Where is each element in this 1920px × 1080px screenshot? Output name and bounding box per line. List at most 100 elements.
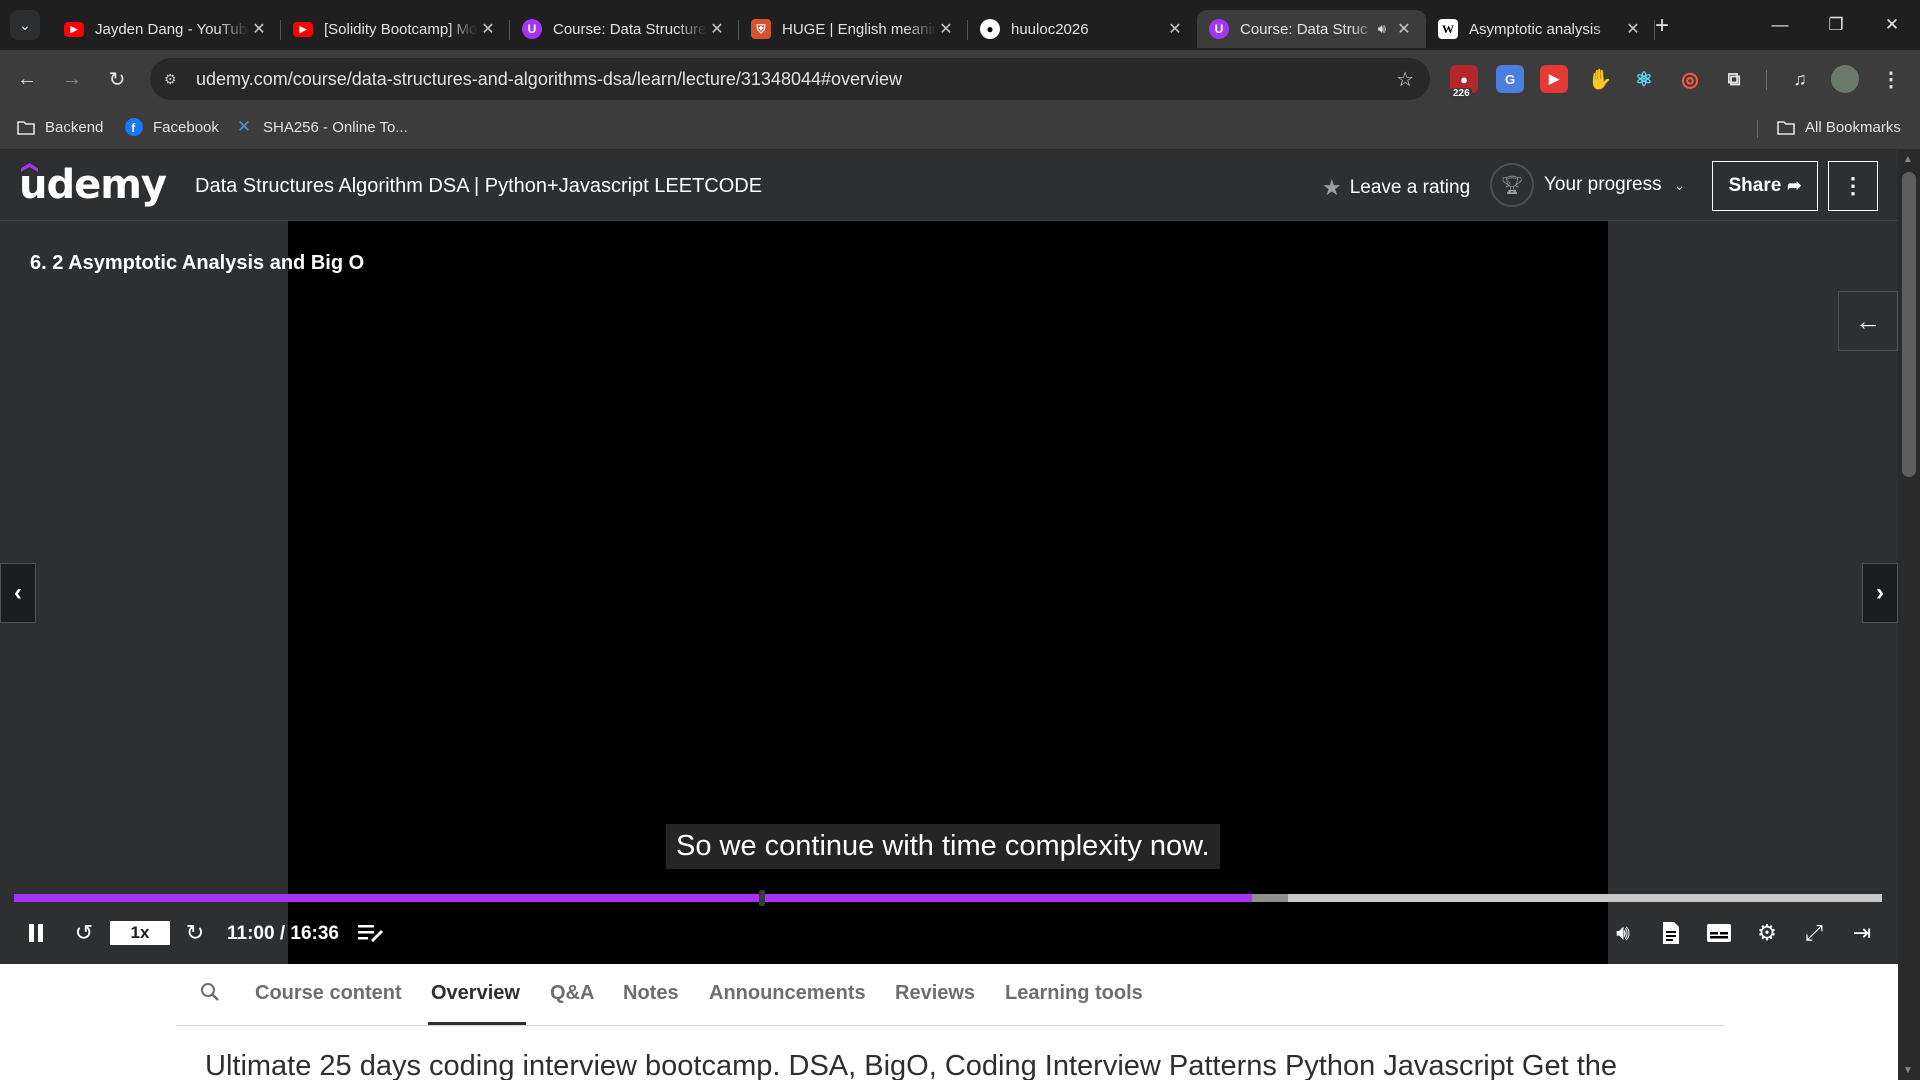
udemy-logo[interactable]: udemy <box>19 162 167 208</box>
tab-notes[interactable]: Notes <box>623 982 679 1005</box>
leave-rating-label: Leave a rating <box>1349 177 1471 198</box>
browser-tab[interactable]: W Asymptotic analysis ✕ <box>1426 10 1655 48</box>
page-scrollbar[interactable]: ▲ ▼ <box>1898 150 1920 1080</box>
settings-gear-icon[interactable]: ⚙ <box>1751 917 1783 949</box>
tab-learning-tools[interactable]: Learning tools <box>1005 982 1143 1005</box>
active-tab-underline <box>428 1022 526 1025</box>
tab-title: Course: Data Structures <box>553 20 707 38</box>
video-player[interactable]: 6. 2 Asymptotic Analysis and Big O ← ‹ ›… <box>0 221 1898 964</box>
new-tab-plus-icon[interactable]: + <box>1648 12 1676 40</box>
browser-tab[interactable]: ▶ Jayden Dang - YouTube ✕ <box>52 10 281 48</box>
transcript-icon[interactable] <box>1656 917 1686 949</box>
chapter-marker[interactable] <box>759 890 766 906</box>
course-title[interactable]: Data Structures Algorithm DSA | Python+J… <box>195 175 762 198</box>
close-tab-icon[interactable]: ✕ <box>478 19 498 39</box>
browser-tab[interactable]: ⛨ HUGE | English meaning ✕ <box>739 10 968 48</box>
tab-title: HUGE | English meaning <box>782 20 936 38</box>
tab-audio-icon[interactable]: 🔊︎ <box>1378 21 1386 37</box>
extension-badge-icon[interactable]: ● 226 <box>1450 65 1478 99</box>
close-tab-icon[interactable]: ✕ <box>249 19 269 39</box>
playback-speed-button[interactable]: 1x <box>110 921 170 945</box>
volume-icon[interactable]: 🔊︎ <box>1608 917 1638 949</box>
bookmark-backend[interactable]: Backend <box>16 118 103 136</box>
bookmark-sha256[interactable]: ✕ SHA256 - Online To... <box>234 117 408 136</box>
course-subnav: Course content Overview Q&A Notes Announ… <box>176 964 1724 1026</box>
all-bookmarks-label: All Bookmarks <box>1805 118 1901 136</box>
add-note-icon[interactable] <box>354 917 388 949</box>
wikipedia-icon: W <box>1438 19 1458 39</box>
site-info-icon[interactable]: ⚙ <box>164 71 186 88</box>
tab-course-content[interactable]: Course content <box>255 982 402 1005</box>
cambridge-icon: ⛨ <box>751 19 771 39</box>
logo-text: udemy <box>19 162 167 208</box>
minimize-icon[interactable]: — <box>1752 8 1808 42</box>
previous-lecture-chevron-icon[interactable]: ‹ <box>0 563 36 623</box>
extensions-puzzle-icon[interactable]: ⧉ <box>1720 65 1748 93</box>
share-arrow-icon: ➦ <box>1787 176 1802 195</box>
tab-reviews[interactable]: Reviews <box>895 982 975 1005</box>
youtube-icon: ▶ <box>293 21 313 37</box>
pause-icon[interactable] <box>22 917 50 949</box>
scrollbar-thumb[interactable] <box>1902 172 1916 477</box>
bookmark-label: SHA256 - Online To... <box>263 118 408 136</box>
bookmark-star-icon[interactable]: ☆ <box>1396 67 1414 92</box>
close-window-icon[interactable]: ✕ <box>1864 8 1920 42</box>
browser-tab[interactable]: U Course: Data Struc 🔊︎ ✕ <box>1197 10 1426 48</box>
fullscreen-icon[interactable]: ⤢ <box>1798 917 1830 949</box>
forward-arrow-icon[interactable]: → <box>59 66 85 92</box>
ring-extension-icon[interactable]: ◎ <box>1676 65 1704 93</box>
captions-icon[interactable] <box>1703 917 1735 949</box>
tab-announcements[interactable]: Announcements <box>709 982 866 1005</box>
course-header: udemy Data Structures Algorithm DSA | Py… <box>0 150 1898 221</box>
close-tab-icon[interactable]: ✕ <box>1165 19 1185 39</box>
restore-icon[interactable]: ❐ <box>1808 8 1864 42</box>
youtube-extension-icon[interactable]: ▶ <box>1540 65 1568 93</box>
bookmark-facebook[interactable]: f Facebook <box>124 118 219 136</box>
folder-icon <box>1776 118 1796 136</box>
course-content-panel: Course content Overview Q&A Notes Announ… <box>0 964 1898 1080</box>
collapse-sidebar-icon[interactable]: ⇥ <box>1845 917 1879 949</box>
trophy-icon: 🏆︎ <box>1490 163 1534 207</box>
next-lecture-chevron-icon[interactable]: › <box>1862 563 1898 623</box>
share-button[interactable]: Share ➦ <box>1712 161 1818 211</box>
reload-icon[interactable]: ↻ <box>104 66 130 92</box>
your-progress-button[interactable]: 🏆︎ Your progress ⌄ <box>1490 163 1685 207</box>
react-devtools-icon[interactable]: ⚛ <box>1630 65 1658 93</box>
browser-toolbar: ← → ↻ ⚙ udemy.com/course/data-structures… <box>0 50 1920 108</box>
tab-qa[interactable]: Q&A <box>550 982 594 1005</box>
scroll-up-icon[interactable]: ▲ <box>1903 154 1913 165</box>
url-text[interactable]: udemy.com/course/data-structures-and-alg… <box>196 69 902 90</box>
chrome-menu-icon[interactable]: ⋮ <box>1877 65 1905 93</box>
media-control-icon[interactable]: ♫ <box>1786 65 1814 93</box>
rewind-5s-icon[interactable]: ↺ <box>69 917 99 949</box>
close-tab-icon[interactable]: ✕ <box>707 19 727 39</box>
browser-tabstrip: ⌄ ▶ Jayden Dang - YouTube ✕ ▶ [Solidity Boot… <box>0 0 1920 50</box>
google-translate-icon[interactable]: G <box>1496 65 1524 93</box>
extension-count-badge: 226 <box>1451 88 1472 99</box>
expand-sidebar-arrow-icon[interactable]: ← <box>1838 291 1898 351</box>
scroll-down-icon[interactable]: ▼ <box>1903 1065 1913 1076</box>
share-label: Share <box>1728 175 1782 196</box>
all-bookmarks[interactable]: All Bookmarks <box>1776 118 1901 136</box>
close-tab-icon[interactable]: ✕ <box>1394 19 1414 39</box>
close-tab-icon[interactable]: ✕ <box>936 19 956 39</box>
tab-list: ▶ Jayden Dang - YouTube ✕ ▶ [Solidity Bootca… <box>52 6 1655 50</box>
tools-icon: ✕ <box>236 117 252 136</box>
profile-avatar[interactable] <box>1831 65 1859 93</box>
address-bar[interactable]: ⚙ udemy.com/course/data-structures-and-a… <box>150 58 1430 100</box>
browser-tab[interactable]: ▶ [Solidity Bootcamp] Moc ✕ <box>281 10 510 48</box>
forward-5s-icon[interactable]: ↻ <box>180 917 210 949</box>
close-tab-icon[interactable]: ✕ <box>1623 19 1643 39</box>
played-progress <box>14 894 1252 902</box>
leave-rating-button[interactable]: ★ Leave a rating <box>1322 175 1470 201</box>
back-arrow-icon[interactable]: ← <box>14 66 40 92</box>
seek-bar[interactable] <box>14 890 1882 906</box>
hand-extension-icon[interactable]: ✋ <box>1586 65 1614 93</box>
tab-search-chevron-icon[interactable]: ⌄ <box>10 10 40 40</box>
tab-overview[interactable]: Overview <box>431 982 520 1005</box>
udemy-icon: U <box>1209 19 1229 39</box>
search-icon[interactable] <box>200 982 220 1008</box>
browser-tab[interactable]: U Course: Data Structures ✕ <box>510 10 739 48</box>
browser-tab[interactable]: ● huuloc2026 ✕ <box>968 10 1197 48</box>
more-options-icon[interactable]: ⋮ <box>1828 161 1878 211</box>
